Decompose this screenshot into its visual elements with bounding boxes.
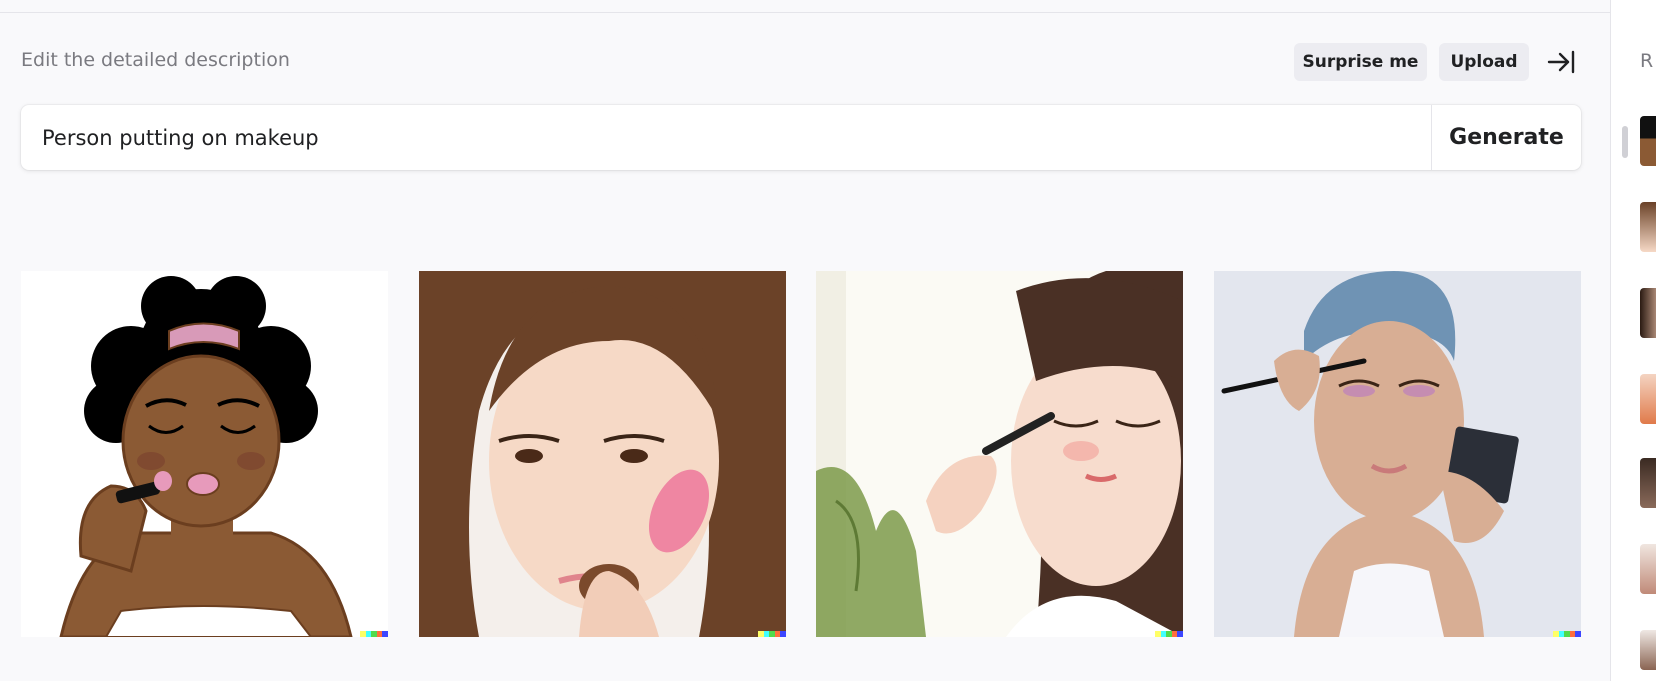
result-image-1[interactable] <box>21 271 388 637</box>
result-image-3[interactable] <box>816 271 1183 637</box>
history-thumbnail[interactable] <box>1640 202 1656 252</box>
history-thumbnail[interactable] <box>1640 116 1656 166</box>
generate-button[interactable]: Generate <box>1432 105 1581 170</box>
signature-strip <box>360 631 388 637</box>
eyeshadow-photo-image <box>1214 271 1581 637</box>
sig-swatch-5 <box>780 631 786 637</box>
history-sidebar: R <box>1610 0 1656 681</box>
prompt-bar: Generate <box>21 105 1581 170</box>
sig-swatch-5 <box>382 631 388 637</box>
upload-button[interactable]: Upload <box>1439 43 1529 81</box>
prompt-input[interactable] <box>21 105 1431 170</box>
eyeliner-photo-image <box>816 271 1183 637</box>
signature-strip <box>1553 631 1581 637</box>
history-thumbnail[interactable] <box>1640 288 1656 338</box>
arrow-to-right-icon <box>1547 50 1575 74</box>
description-hint: Edit the detailed description <box>21 49 290 71</box>
history-thumbnail[interactable] <box>1640 458 1656 508</box>
cartoon-woman-image <box>21 271 388 637</box>
collapse-sidebar-button[interactable] <box>1546 49 1576 75</box>
sig-swatch-5 <box>1575 631 1581 637</box>
sidebar-title: R <box>1640 50 1654 72</box>
history-thumbnail[interactable] <box>1640 544 1656 594</box>
blush-photo-image <box>419 271 786 637</box>
result-image-2[interactable] <box>419 271 786 637</box>
history-thumbnail[interactable] <box>1640 374 1656 424</box>
result-image-4[interactable] <box>1214 271 1581 637</box>
sig-swatch-5 <box>1177 631 1183 637</box>
signature-strip <box>758 631 786 637</box>
signature-strip <box>1155 631 1183 637</box>
surprise-me-button[interactable]: Surprise me <box>1294 43 1427 81</box>
editor-main: Edit the detailed description Surprise m… <box>0 13 1610 681</box>
history-thumbnail[interactable] <box>1640 630 1656 670</box>
sidebar-scrollbar[interactable] <box>1622 126 1628 158</box>
top-border <box>0 0 1610 13</box>
